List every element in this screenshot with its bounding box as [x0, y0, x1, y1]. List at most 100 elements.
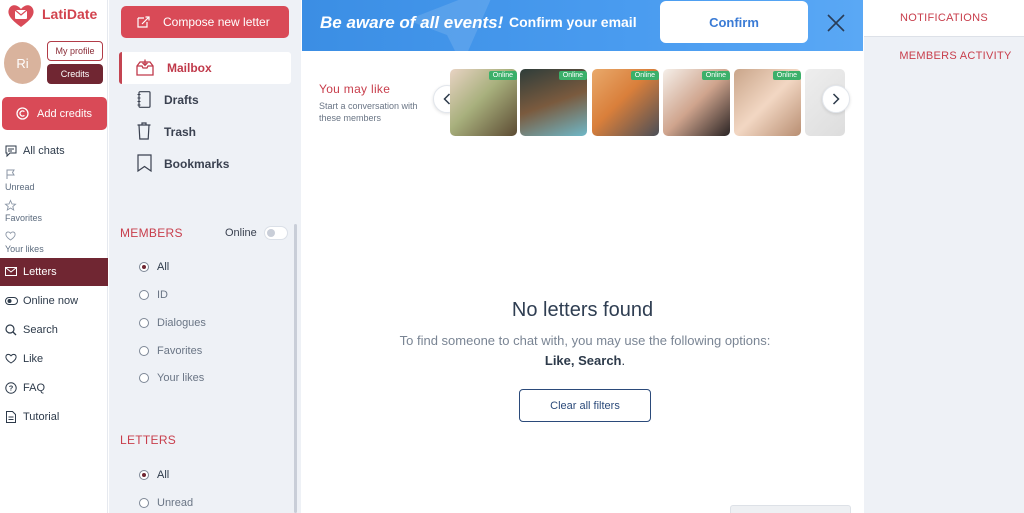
may-like-title: You may like	[319, 82, 391, 96]
compose-letter-button[interactable]: Compose new letter	[121, 6, 289, 38]
my-profile-button[interactable]: My profile	[47, 41, 103, 61]
toggle-icon	[5, 297, 18, 305]
empty-state-title: No letters found	[511, 299, 654, 321]
avatar[interactable]: Ri	[4, 42, 41, 84]
notebook-icon	[137, 91, 151, 108]
members-option-label: Your likes	[157, 372, 205, 384]
nav-all-chats[interactable]: All chats	[0, 138, 108, 164]
envelope-icon	[5, 267, 17, 276]
members-activity-tab[interactable]: MEMBERS ACTIVITY	[864, 50, 1024, 62]
chevron-right-icon	[832, 93, 840, 105]
star-icon	[4, 199, 17, 211]
left-sidebar: LatiDate Ri My profile Credits Add credi…	[0, 0, 108, 513]
nav-letters-label: Letters	[23, 266, 57, 278]
folder-trash[interactable]: Trash	[119, 116, 291, 148]
flag-icon	[6, 169, 15, 179]
members-option-all[interactable]: All	[139, 261, 169, 273]
nav-tutorial-label: Tutorial	[23, 411, 60, 423]
filter-unread[interactable]: Unread	[0, 166, 108, 194]
clear-filters-button[interactable]: Clear all filters	[519, 389, 651, 422]
radio-icon	[139, 373, 149, 383]
online-badge: Online	[701, 71, 730, 80]
right-panel: NOTIFICATIONS MEMBERS ACTIVITY	[864, 0, 1024, 513]
notifications-tab[interactable]: NOTIFICATIONS	[864, 0, 1024, 37]
nav-faq[interactable]: ? FAQ	[0, 375, 108, 401]
member-card[interactable]: Online	[592, 69, 659, 136]
folder-mailbox[interactable]: Mailbox	[119, 52, 291, 84]
filter-unread-label: Unread	[5, 182, 35, 192]
nav-like[interactable]: Like	[0, 346, 108, 372]
radio-icon	[139, 290, 149, 300]
nav-faq-label: FAQ	[23, 382, 46, 394]
empty-state-description: To find someone to chat with, you may us…	[399, 333, 771, 348]
member-card[interactable]: Online	[520, 69, 587, 136]
may-like-subtitle: Start a conversation with these members	[319, 101, 418, 123]
members-option-dialogues[interactable]: Dialogues	[139, 317, 206, 329]
folder-drafts[interactable]: Drafts	[119, 84, 291, 116]
folder-trash-label: Trash	[164, 125, 197, 139]
svg-text:?: ?	[9, 384, 14, 393]
online-toggle[interactable]	[264, 226, 288, 240]
nav-all-chats-label: All chats	[23, 145, 65, 157]
search-link[interactable]: Search	[578, 353, 621, 368]
letters-option-label: Unread	[157, 497, 194, 509]
letters-option-all[interactable]: All	[139, 469, 169, 481]
bookmark-icon	[137, 154, 152, 173]
filter-favorites-label: Favorites	[5, 213, 43, 223]
nav-search-label: Search	[23, 324, 58, 336]
radio-icon	[139, 262, 149, 272]
trash-icon	[137, 122, 151, 140]
filter-favorites[interactable]: Favorites	[0, 197, 108, 225]
members-option-favorites[interactable]: Favorites	[139, 345, 202, 357]
search-icon	[5, 324, 17, 336]
scrollbar[interactable]	[294, 224, 297, 513]
online-badge: Online	[630, 71, 659, 80]
nav-search[interactable]: Search	[0, 317, 108, 343]
add-credits-button[interactable]: Add credits	[2, 97, 107, 130]
filter-your-likes[interactable]: Your likes	[0, 228, 108, 256]
folder-bookmarks[interactable]: Bookmarks	[119, 148, 291, 180]
add-credits-label: Add credits	[37, 107, 93, 120]
member-card[interactable]: Online	[450, 69, 517, 136]
folder-drafts-label: Drafts	[164, 93, 199, 107]
radio-icon	[139, 470, 149, 480]
online-filter-label: Online	[225, 227, 257, 239]
like-link[interactable]: Like	[545, 353, 571, 368]
nav-letters[interactable]: Letters	[0, 258, 108, 286]
filter-your-likes-label: Your likes	[5, 244, 44, 254]
folders-panel: Compose new letter Mailbox Drafts Trash …	[109, 0, 301, 513]
credits-coin-icon	[16, 107, 29, 120]
credits-button[interactable]: Credits	[47, 64, 103, 84]
heart-outline-icon	[5, 231, 16, 241]
compose-label: Compose new letter	[163, 15, 270, 29]
radio-icon	[139, 498, 149, 508]
member-card[interactable]: Online	[663, 69, 730, 136]
members-option-id[interactable]: ID	[139, 289, 168, 301]
radio-icon	[139, 346, 149, 356]
empty-state-links: Like, Search.	[302, 353, 868, 368]
logo-icon[interactable]	[6, 3, 36, 29]
logo-text[interactable]: LatiDate	[42, 6, 97, 22]
members-option-label: Dialogues	[157, 317, 206, 329]
nav-online-now-label: Online now	[23, 295, 79, 307]
members-option-label: All	[157, 261, 170, 273]
members-option-label: Favorites	[157, 345, 203, 357]
members-option-label: ID	[157, 289, 168, 301]
letters-option-unread[interactable]: Unread	[139, 497, 193, 509]
banner-title: Be aware of all events!	[320, 13, 504, 32]
carousel-next-button[interactable]	[822, 85, 850, 113]
help-icon: ?	[5, 382, 17, 394]
online-badge: Online	[488, 71, 517, 80]
member-card[interactable]: Online	[734, 69, 801, 136]
banner-subtitle: Confirm your email	[509, 14, 637, 30]
letters-heading: LETTERS	[120, 433, 177, 447]
nav-tutorial[interactable]: Tutorial	[0, 404, 108, 430]
folder-bookmarks-label: Bookmarks	[164, 157, 230, 171]
document-icon	[6, 411, 16, 423]
confirm-email-button[interactable]: Confirm	[660, 1, 808, 43]
close-icon[interactable]	[827, 14, 845, 32]
nav-online-now[interactable]: Online now	[0, 288, 108, 314]
folder-mailbox-label: Mailbox	[167, 61, 212, 75]
members-option-your-likes[interactable]: Your likes	[139, 372, 204, 384]
letters-option-label: All	[157, 469, 170, 481]
